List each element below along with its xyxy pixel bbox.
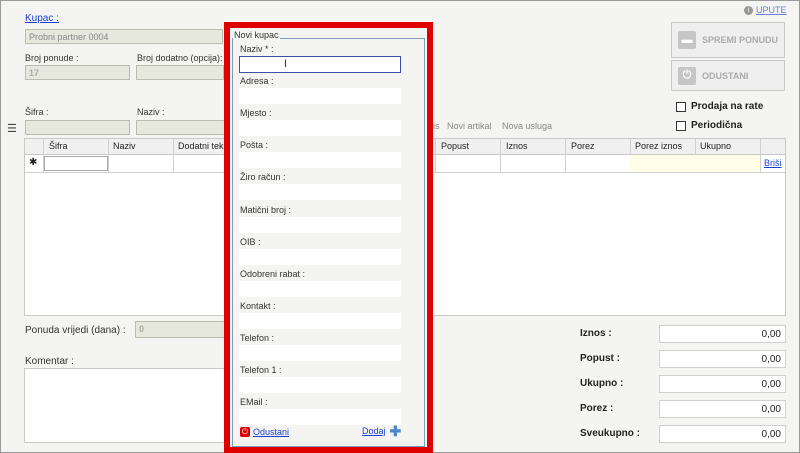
broj-dodatno-label: Broj dodatno (opcija):	[137, 53, 223, 63]
col-porez[interactable]: Porez	[571, 141, 595, 151]
total-value: 0,00	[659, 325, 786, 343]
dialog-field-input[interactable]	[239, 409, 401, 425]
total-label: Popust :	[580, 353, 620, 364]
komentar-textarea[interactable]	[24, 368, 228, 443]
col-porez-iznos[interactable]: Porez iznos	[635, 141, 682, 151]
dialog-field-input[interactable]	[239, 152, 401, 168]
col-dodatni-tekst[interactable]: Dodatni teks	[178, 141, 228, 151]
periodicna-option[interactable]: Periodična	[676, 120, 742, 131]
total-cells-highlight	[630, 155, 760, 172]
dialog-field-input[interactable]	[239, 377, 401, 393]
col-iznos[interactable]: Iznos	[506, 141, 528, 151]
info-icon: i	[744, 5, 753, 15]
kupac-select[interactable]: Probni partner 0004	[25, 29, 223, 44]
col-naziv[interactable]: Naziv	[113, 141, 136, 151]
periodicna-checkbox[interactable]	[676, 120, 686, 131]
total-value: 0,00	[659, 350, 786, 368]
dialog-field-label: Matični broj :	[240, 205, 292, 215]
plus-icon: ✚	[389, 423, 402, 439]
broj-ponude-label: Broj ponude :	[25, 53, 79, 63]
broj-ponude-value: 17	[29, 68, 40, 78]
total-label: Porez :	[580, 403, 614, 414]
col-sifra[interactable]: Šifra	[49, 141, 68, 151]
dialog-odustani-link[interactable]: Odustani	[253, 427, 289, 437]
upute-link[interactable]: UPUTE	[756, 5, 787, 15]
naziv-filter-label: Naziv :	[137, 107, 165, 117]
odustani-label: ODUSTANI	[702, 70, 749, 81]
dialog-field-label: Adresa :	[240, 76, 274, 86]
total-value: 0,00	[659, 425, 786, 443]
upute-link-group[interactable]: i UPUTE	[744, 5, 787, 15]
dialog-field-input[interactable]: I	[239, 56, 401, 73]
komentar-label: Komentar :	[25, 356, 74, 367]
floppy-disk-icon: ▬	[678, 31, 696, 49]
nova-usluga-link[interactable]: Nova usluga	[502, 121, 552, 131]
menu-lines-icon[interactable]: ☰	[7, 122, 17, 135]
periodicna-label: Periodična	[691, 120, 743, 131]
dialog-field-input[interactable]	[239, 120, 401, 136]
prodaja-na-rate-option[interactable]: Prodaja na rate	[676, 101, 763, 112]
power-icon: ⏻	[678, 66, 696, 85]
dialog-field-label: Odobreni rabat :	[240, 269, 306, 279]
ponuda-vrijedi-label: Ponuda vrijedi (dana) :	[25, 325, 126, 336]
prodaja-na-rate-label: Prodaja na rate	[691, 101, 764, 112]
partial-filter-label: is	[433, 121, 440, 131]
dialog-field-input[interactable]	[239, 281, 401, 297]
broj-dodatno-field[interactable]	[136, 65, 224, 80]
delete-row-link[interactable]: Briši	[764, 158, 782, 168]
dialog-field-input[interactable]	[239, 313, 401, 329]
broj-ponude-field: 17	[25, 65, 130, 80]
sifra-filter-input[interactable]	[25, 120, 130, 135]
dialog-field-label: EMail :	[240, 397, 268, 407]
ponuda-vrijedi-input[interactable]: 0	[135, 321, 227, 338]
dialog-field-input[interactable]	[239, 345, 401, 361]
total-value: 0,00	[659, 375, 786, 393]
prodaja-na-rate-checkbox[interactable]	[676, 101, 686, 112]
dialog-dodaj-group[interactable]: Dodaj ✚	[362, 423, 402, 439]
total-label: Sveukupno :	[580, 428, 641, 439]
odustani-button[interactable]: ⏻ ODUSTANI	[671, 60, 785, 91]
spremi-ponudu-label: SPREMI PONUDU	[702, 35, 779, 45]
spremi-ponudu-button[interactable]: ▬ SPREMI PONUDU	[671, 22, 785, 58]
dialog-field-input[interactable]	[239, 184, 401, 200]
total-value: 0,00	[659, 400, 786, 418]
dialog-field-label: Žiro račun :	[240, 172, 286, 182]
new-row-sifra-cell[interactable]	[44, 156, 108, 171]
total-label: Ukupno :	[580, 378, 624, 389]
dialog-field-input[interactable]	[239, 217, 401, 233]
col-popust[interactable]: Popust	[441, 141, 469, 151]
new-row-marker: ✱	[29, 157, 38, 168]
dialog-field-input[interactable]	[239, 249, 401, 265]
dialog-field-label: Kontakt :	[240, 301, 276, 311]
dialog-field-label: Mjesto :	[240, 108, 272, 118]
naziv-filter-input[interactable]	[136, 120, 226, 135]
col-ukupno[interactable]: Ukupno	[700, 141, 731, 151]
ponuda-vrijedi-value: 0	[139, 324, 145, 334]
dialog-field-label: OIB :	[240, 237, 261, 247]
kupac-link[interactable]: Kupac :	[25, 13, 59, 24]
text-cursor-icon: I	[284, 58, 288, 70]
dialog-title: Novi kupac	[233, 30, 280, 40]
dialog-field-input[interactable]	[239, 88, 401, 104]
sifra-filter-label: Šifra :	[25, 107, 49, 117]
dialog-odustani-group[interactable]: ⏻ Odustani	[240, 427, 289, 437]
kupac-select-value: Probni partner 0004	[29, 32, 109, 42]
dialog-field-label: Naziv * :	[240, 44, 274, 54]
dialog-field-label: Telefon :	[240, 333, 275, 343]
cancel-icon: ⏻	[240, 427, 250, 437]
total-label: Iznos :	[580, 328, 612, 339]
dialog-field-label: Pošta :	[240, 140, 269, 150]
novi-artikal-link[interactable]: Novi artikal	[447, 121, 492, 131]
dialog-field-label: Telefon 1 :	[240, 365, 282, 375]
dialog-dodaj-link[interactable]: Dodaj	[362, 426, 386, 436]
